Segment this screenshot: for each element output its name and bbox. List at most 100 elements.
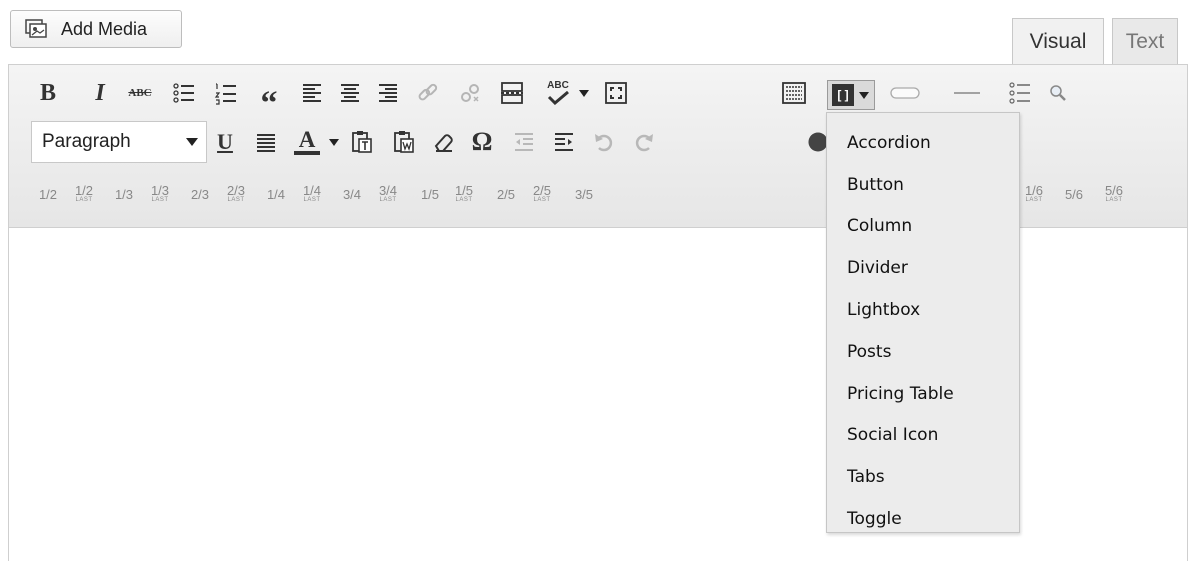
- numbered-list-icon: [214, 83, 236, 105]
- menu-item-accordion[interactable]: Accordion: [827, 122, 1019, 164]
- menu-item-posts[interactable]: Posts: [827, 331, 1019, 373]
- italic-button[interactable]: I: [87, 78, 113, 108]
- column-5-6-last-button[interactable]: 5/6 LAST: [1099, 174, 1129, 214]
- column-1-5-last-button[interactable]: 1/5 LAST: [449, 174, 479, 214]
- text-color-button[interactable]: A: [289, 125, 325, 159]
- paste-text-icon: [352, 131, 372, 153]
- paste-as-text-button[interactable]: [347, 127, 377, 157]
- column-1-5-button[interactable]: 1/5: [415, 174, 445, 214]
- column-1-4-last-button[interactable]: 1/4 LAST: [297, 174, 327, 214]
- column-label: 3/4: [378, 182, 398, 198]
- insert-more-button[interactable]: [497, 78, 527, 108]
- outdent-button[interactable]: [509, 127, 539, 157]
- menu-item-social-icon[interactable]: Social Icon: [827, 415, 1019, 457]
- add-media-button[interactable]: Add Media: [10, 10, 182, 48]
- column-2-3-button[interactable]: 2/3: [185, 174, 215, 214]
- column-last-label: LAST: [75, 196, 93, 203]
- column-5-6-button[interactable]: 5/6: [1059, 174, 1089, 214]
- horizontal-line-button[interactable]: [949, 80, 985, 106]
- button-shape-icon: [890, 87, 920, 99]
- align-right-icon: [379, 84, 397, 102]
- underline-button[interactable]: U: [211, 127, 239, 157]
- justify-button[interactable]: [251, 127, 281, 157]
- outdent-icon: [515, 133, 533, 151]
- align-left-button[interactable]: [297, 78, 327, 108]
- column-2-5-button[interactable]: 2/5: [491, 174, 521, 214]
- bold-button[interactable]: B: [33, 78, 63, 108]
- menu-item-tabs[interactable]: Tabs: [827, 456, 1019, 498]
- column-2-5-last-button[interactable]: 2/5 LAST: [527, 174, 557, 214]
- column-label: 2/5: [532, 182, 552, 198]
- redo-icon: [635, 134, 653, 152]
- strikethrough-button[interactable]: ABC: [123, 82, 157, 104]
- paste-from-word-button[interactable]: [389, 127, 419, 157]
- redo-button[interactable]: [629, 127, 659, 157]
- list-style-button[interactable]: [1005, 78, 1035, 108]
- chevron-down-icon: [859, 92, 869, 99]
- text-color-label: A: [298, 127, 316, 152]
- tab-text[interactable]: Text: [1112, 18, 1178, 64]
- menu-item-toggle[interactable]: Toggle: [827, 498, 1019, 540]
- align-right-button[interactable]: [373, 78, 403, 108]
- menu-item-button[interactable]: Button: [827, 164, 1019, 206]
- column-1-3-button[interactable]: 1/3: [109, 174, 139, 214]
- column-last-label: LAST: [227, 196, 245, 203]
- shortcode-icon: [ ]: [832, 84, 854, 106]
- column-label: 1/5: [454, 182, 474, 198]
- search-icon: [1050, 85, 1066, 101]
- unlink-icon: [461, 84, 479, 102]
- kitchen-sink-icon: [782, 82, 806, 104]
- text-color-dropdown[interactable]: [327, 133, 341, 153]
- column-2-3-last-button[interactable]: 2/3 LAST: [221, 174, 251, 214]
- format-select[interactable]: Paragraph: [31, 121, 207, 163]
- checkmark-icon: [547, 91, 569, 105]
- column-1-2-last-button[interactable]: 1/2 LAST: [69, 174, 99, 214]
- shortcode-dropdown-menu: Accordion Button Column Divider Lightbox Post…: [826, 112, 1020, 533]
- column-1-4-button[interactable]: 1/4: [261, 174, 291, 214]
- column-3-4-last-button[interactable]: 3/4 LAST: [373, 174, 403, 214]
- menu-item-lightbox[interactable]: Lightbox: [827, 289, 1019, 331]
- indent-icon: [555, 133, 573, 151]
- format-select-value: Paragraph: [42, 131, 131, 152]
- menu-item-divider[interactable]: Divider: [827, 247, 1019, 289]
- column-label: 1/6: [1024, 182, 1044, 198]
- insert-link-button[interactable]: [413, 78, 443, 108]
- chevron-down-icon: [329, 139, 339, 146]
- spellcheck-dropdown[interactable]: [577, 84, 591, 104]
- column-last-label: LAST: [1025, 196, 1043, 203]
- blockquote-button[interactable]: “: [253, 72, 285, 122]
- undo-button[interactable]: [589, 127, 619, 157]
- special-character-button[interactable]: Ω: [467, 125, 497, 159]
- tab-visual[interactable]: Visual: [1012, 18, 1104, 64]
- column-1-6-last-button[interactable]: 1/6 LAST: [1019, 174, 1049, 214]
- column-1-3-last-button[interactable]: 1/3 LAST: [145, 174, 175, 214]
- clear-formatting-button[interactable]: [429, 127, 459, 157]
- column-last-label: LAST: [379, 196, 397, 203]
- menu-item-column[interactable]: Column: [827, 206, 1019, 248]
- horizontal-line-icon: [954, 92, 980, 94]
- shortcode-button[interactable]: [ ]: [827, 80, 875, 110]
- search-button[interactable]: [1043, 78, 1073, 108]
- column-last-label: LAST: [303, 196, 321, 203]
- fullscreen-icon: [605, 82, 627, 104]
- column-3-4-button[interactable]: 3/4: [337, 174, 367, 214]
- column-1-2-button[interactable]: 1/2: [33, 174, 63, 214]
- spellcheck-button[interactable]: ABC: [541, 76, 575, 110]
- link-icon: [418, 83, 438, 101]
- shortcode-button-2[interactable]: [887, 80, 923, 106]
- numbered-list-button[interactable]: [211, 78, 241, 108]
- bullet-list-icon: [173, 83, 194, 103]
- chevron-down-icon: [579, 90, 589, 97]
- column-3-5-button[interactable]: 3/5: [569, 174, 599, 214]
- media-icon: [25, 19, 47, 38]
- align-center-button[interactable]: [335, 78, 365, 108]
- text-color-swatch: [294, 151, 320, 155]
- menu-item-pricing-table[interactable]: Pricing Table: [827, 373, 1019, 415]
- unlink-button[interactable]: [455, 78, 485, 108]
- bullet-list-button[interactable]: [169, 78, 199, 108]
- undo-icon: [595, 134, 613, 152]
- indent-button[interactable]: [549, 127, 579, 157]
- fullscreen-button[interactable]: [601, 78, 631, 108]
- column-label: 1/3: [150, 182, 170, 198]
- toolbar-toggle-button[interactable]: [779, 78, 809, 108]
